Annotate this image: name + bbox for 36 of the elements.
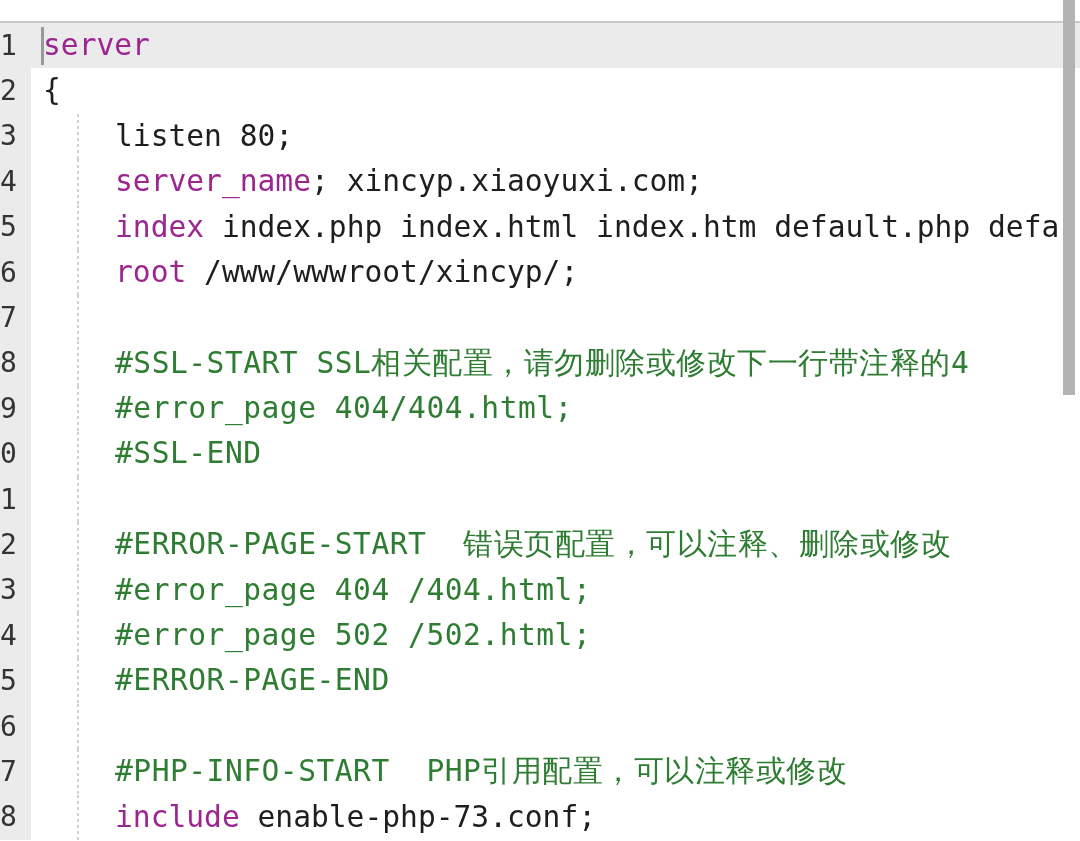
code-line: listen 80; xyxy=(115,118,294,155)
line-number: 6 xyxy=(0,712,17,741)
code-editor[interactable] xyxy=(0,23,1080,841)
line-number: 3 xyxy=(0,122,17,151)
line-number: 5 xyxy=(0,667,17,696)
line-number: 2 xyxy=(0,531,17,559)
line-number: 7 xyxy=(0,757,17,786)
line-number: 0 xyxy=(0,440,17,469)
code-line: #error_page 502 /502.html; xyxy=(115,618,592,654)
code-line: #PHP-INFO-START PHP引用配置，可以注释或修改 xyxy=(115,754,848,790)
code-line: #ERROR-PAGE-START 错误页配置，可以注释、删除或修改 xyxy=(115,527,952,563)
code-line: index index.php index.html index.htm default.php defa xyxy=(115,209,1060,245)
code-line: #SSL-END xyxy=(115,436,262,472)
text-cursor xyxy=(41,27,44,65)
line-number: 8 xyxy=(0,803,17,832)
line-number: 2 xyxy=(0,77,17,106)
line-number: 3 xyxy=(0,576,17,605)
line-number: 6 xyxy=(0,258,17,287)
line-number: 8 xyxy=(0,349,17,378)
line-number: 4 xyxy=(0,621,17,650)
scrollbar[interactable] xyxy=(1063,0,1075,395)
line-number: 9 xyxy=(0,394,17,423)
code-line: #error_page 404 /404.html; xyxy=(115,572,592,609)
code-line: #ERROR-PAGE-END xyxy=(115,663,390,699)
code-line: #error_page 404/404.html; xyxy=(115,391,573,427)
code-line: server_name; xincyp.xiaoyuxi.com; xyxy=(115,164,703,200)
line-number: 1 xyxy=(0,31,17,60)
line-number: 4 xyxy=(0,167,17,196)
code-line: include enable-php-73.conf; xyxy=(115,799,597,836)
code-line: server xyxy=(43,27,150,64)
line-number: 7 xyxy=(0,304,17,333)
line-number: 5 xyxy=(0,213,17,242)
code-line: root /www/wwwroot/xincyp/; xyxy=(115,254,579,291)
code-line: { xyxy=(43,73,61,109)
code-line: #SSL-START SSL相关配置，请勿删除或修改下一行带注释的4 xyxy=(115,345,970,382)
line-number: 1 xyxy=(0,485,17,514)
